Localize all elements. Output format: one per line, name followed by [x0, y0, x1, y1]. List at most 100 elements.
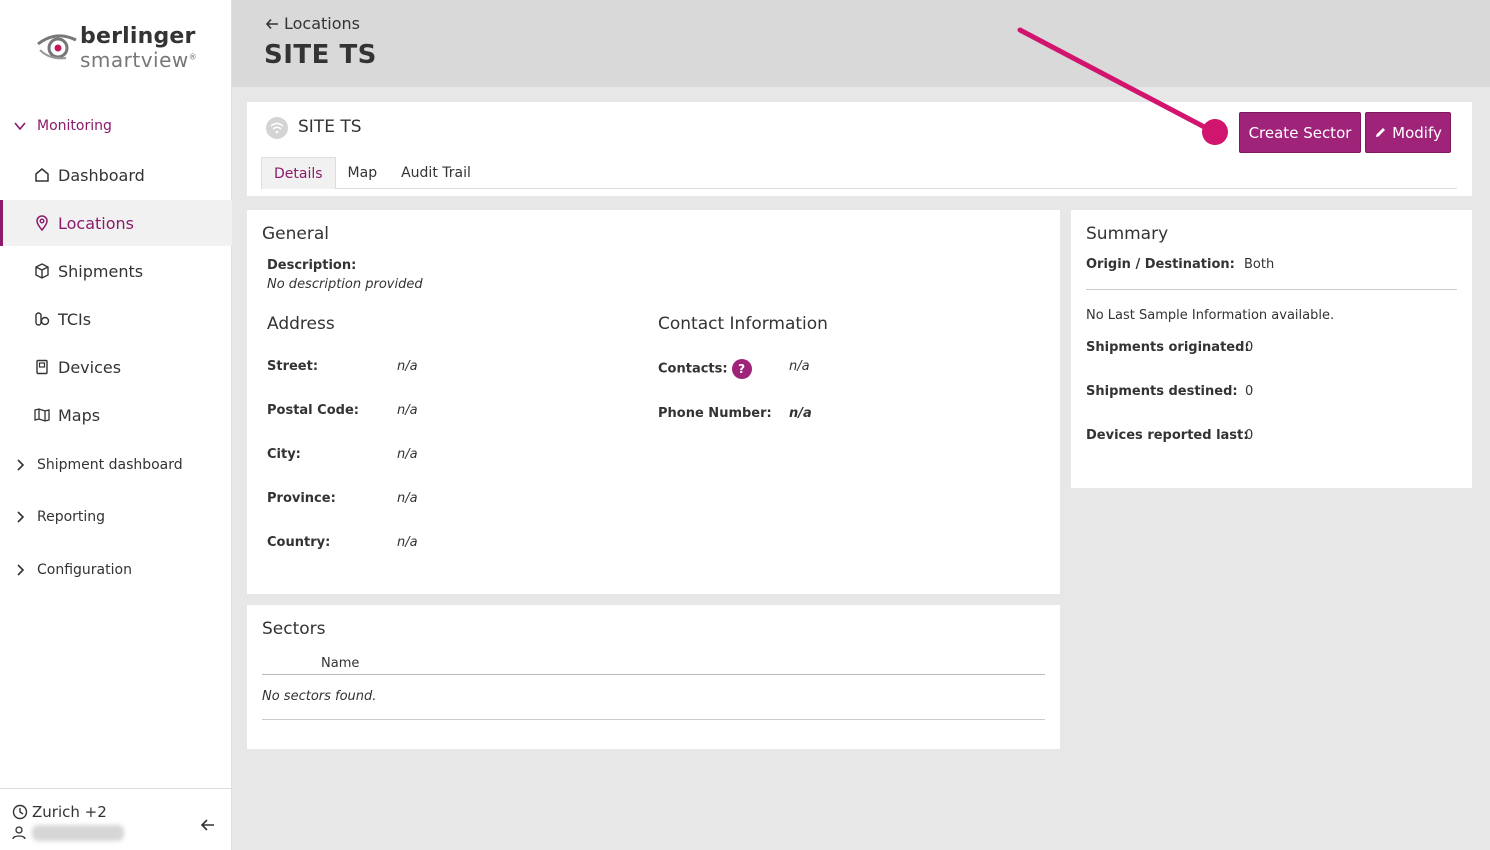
create-sector-button[interactable]: Create Sector: [1239, 112, 1361, 153]
user-menu[interactable]: [12, 825, 124, 841]
street-label: Street:: [267, 359, 319, 374]
origin-destination-row: Origin / Destination: Both: [1086, 257, 1274, 272]
sidebar: berlinger smartview® Monitoring Dashboar…: [0, 0, 232, 850]
modify-button[interactable]: Modify: [1365, 112, 1451, 153]
no-sectors-message: No sectors found.: [262, 689, 377, 704]
sidebar-item-dashboard[interactable]: Dashboard: [0, 152, 232, 198]
chevron-right-icon: [17, 564, 25, 576]
nav-group-label: Shipment dashboard: [37, 457, 183, 473]
box-icon: [34, 263, 50, 279]
sidebar-item-locations[interactable]: Locations: [0, 200, 232, 246]
contact-information-title: Contact Information: [658, 314, 828, 334]
no-sample-info: No Last Sample Information available.: [1086, 308, 1335, 323]
location-pin-icon: [34, 215, 50, 231]
devices-reported-last-label: Devices reported last:: [1086, 428, 1249, 443]
back-link-label: Locations: [284, 14, 361, 33]
shipments-originated-label: Shipments originated:: [1086, 340, 1250, 355]
collapse-sidebar-arrow-icon[interactable]: [198, 815, 218, 835]
pencil-icon: [1376, 128, 1386, 137]
sectors-card: Sectors Name No sectors found.: [247, 605, 1060, 749]
tab-details[interactable]: Details: [261, 157, 336, 189]
shipments-destined-label: Shipments destined:: [1086, 384, 1238, 399]
shipments-destined-value: 0: [1245, 384, 1254, 399]
arrow-left-icon: [265, 18, 278, 29]
sidebar-item-tcis[interactable]: TCIs: [0, 296, 232, 342]
nav-group-label: Configuration: [37, 562, 132, 578]
origin-destination-value: Both: [1243, 257, 1275, 272]
summary-divider: [1086, 289, 1457, 290]
country-value: n/a: [397, 535, 418, 550]
berlinger-logo[interactable]: berlinger smartview®: [36, 24, 206, 74]
eye-logo-icon: [37, 34, 77, 60]
chevron-right-icon: [17, 511, 25, 523]
table-header-divider: [262, 674, 1045, 675]
nav-group-shipment-dashboard[interactable]: Shipment dashboard: [0, 450, 232, 480]
wifi-signal-icon: [266, 117, 288, 139]
sidebar-item-label: Maps: [58, 405, 101, 425]
sidebar-footer: Zurich +2: [0, 788, 232, 850]
nav-group-label: Monitoring: [37, 118, 112, 134]
timezone-indicator[interactable]: Zurich +2: [12, 803, 107, 821]
sidebar-item-devices[interactable]: Devices: [0, 344, 232, 390]
user-icon: [12, 826, 26, 840]
postal-code-label: Postal Code:: [267, 403, 359, 418]
logo-text-bottom: smartview®: [80, 48, 198, 72]
general-title: General: [262, 224, 329, 244]
city-value: n/a: [397, 447, 418, 462]
city-label: City:: [267, 447, 301, 462]
nav-group-configuration[interactable]: Configuration: [0, 555, 232, 585]
home-icon: [34, 167, 50, 183]
phone-number-label: Phone Number:: [658, 406, 772, 421]
contacts-label: Contacts:: [658, 361, 728, 377]
contacts-value: n/a: [789, 359, 810, 374]
nav-group-label: Reporting: [37, 509, 106, 525]
description-label: Description:: [267, 258, 357, 273]
chevron-down-icon: [14, 122, 26, 131]
back-to-locations-link[interactable]: Locations: [264, 14, 360, 33]
chevron-right-icon: [17, 459, 25, 471]
table-bottom-divider: [262, 719, 1045, 720]
sidebar-item-label: Shipments: [58, 261, 144, 281]
site-header-card: SITE TS Details Map Audit Trail Create S…: [247, 102, 1472, 196]
contacts-label-row: Contacts:?: [658, 359, 752, 379]
province-value: n/a: [397, 491, 418, 506]
tab-audit-trail[interactable]: Audit Trail: [389, 157, 483, 189]
nav-group-reporting[interactable]: Reporting: [0, 502, 232, 532]
logo-text-top: berlinger: [80, 24, 196, 49]
province-label: Province:: [267, 491, 336, 506]
tci-icon: [34, 311, 50, 327]
street-value: n/a: [397, 359, 418, 374]
site-name: SITE TS: [298, 117, 362, 137]
page-header: Locations SITE TS: [232, 0, 1490, 87]
sidebar-item-shipments[interactable]: Shipments: [0, 248, 232, 294]
country-label: Country:: [267, 535, 331, 550]
sidebar-item-maps[interactable]: Maps: [0, 392, 232, 438]
devices-reported-last-value: 0: [1245, 428, 1254, 443]
site-tabs: Details Map Audit Trail: [261, 157, 1457, 189]
timezone-label: Zurich +2: [32, 803, 107, 821]
shipments-originated-value: 0: [1245, 340, 1254, 355]
phone-number-value: n/a: [789, 406, 812, 421]
origin-destination-label: Origin / Destination:: [1086, 257, 1235, 272]
sectors-title: Sectors: [262, 619, 326, 639]
user-name-blurred: [32, 825, 124, 841]
summary-title: Summary: [1086, 224, 1169, 244]
page-title: SITE TS: [264, 40, 377, 70]
help-question-icon[interactable]: ?: [731, 359, 752, 379]
sidebar-item-label: Dashboard: [58, 165, 145, 185]
summary-card: Summary Origin / Destination: Both No La…: [1071, 210, 1472, 488]
general-card: General Description: No description prov…: [247, 210, 1060, 594]
device-icon: [34, 359, 50, 375]
nav-group-monitoring[interactable]: Monitoring: [0, 111, 232, 141]
tab-map[interactable]: Map: [336, 157, 390, 189]
modify-button-label: Modify: [1392, 123, 1442, 142]
address-title: Address: [267, 314, 335, 334]
description-value: No description provided: [267, 277, 423, 292]
postal-code-value: n/a: [397, 403, 418, 418]
column-header-name[interactable]: Name: [321, 656, 359, 671]
sidebar-item-label: TCIs: [58, 309, 92, 329]
clock-icon: [12, 804, 28, 820]
sidebar-item-label: Devices: [58, 357, 122, 377]
sidebar-item-label: Locations: [58, 213, 135, 233]
map-icon: [34, 407, 50, 423]
